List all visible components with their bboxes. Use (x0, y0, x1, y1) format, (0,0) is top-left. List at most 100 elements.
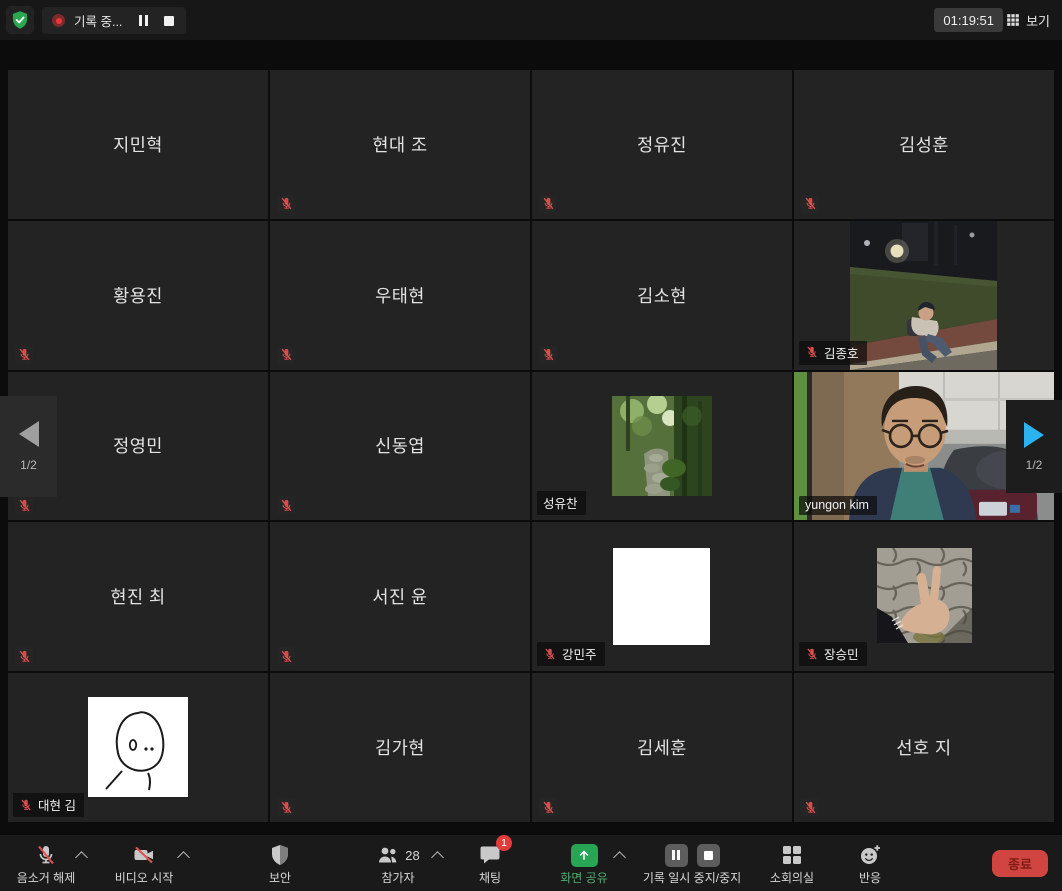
participant-tile[interactable]: 강민주 (532, 522, 792, 671)
pause-recording-button[interactable] (665, 844, 688, 867)
participant-grid: 지민혁 현대 조 정유진 김성훈 황용진 우태현 김소현 (8, 70, 1054, 822)
participant-tile[interactable]: 김성훈 (794, 70, 1054, 219)
participant-tile[interactable]: 지민혁 (8, 70, 268, 219)
security-shield-icon[interactable] (6, 6, 34, 34)
mic-muted-icon (539, 798, 557, 816)
mic-muted-icon (15, 346, 33, 364)
recording-indicator: 기록 중... (42, 7, 186, 34)
participant-tile[interactable]: 성유찬 (532, 372, 792, 521)
participant-name: 선호 지 (794, 673, 1054, 822)
photo-forest-path (612, 396, 712, 496)
page-indicator: 1/2 (20, 458, 37, 472)
start-video-button[interactable]: 비디오 시작 (96, 842, 192, 886)
participant-tile[interactable]: 현진 최 (8, 522, 268, 671)
participant-tile[interactable]: 신동엽 (270, 372, 530, 521)
stop-recording-icon[interactable] (164, 16, 174, 26)
mic-muted-icon (277, 346, 295, 364)
meeting-timer: 01:19:51 (934, 8, 1003, 32)
record-dot-icon (52, 14, 65, 27)
mic-muted-icon (19, 798, 33, 812)
chevron-up-icon[interactable] (613, 851, 626, 864)
participant-tile[interactable]: 김소현 (532, 221, 792, 370)
participant-name: 김세훈 (532, 673, 792, 822)
mic-muted-icon (277, 647, 295, 665)
pause-recording-icon[interactable] (139, 15, 148, 26)
mic-muted-icon (15, 496, 33, 514)
participant-name: 현진 최 (8, 522, 268, 671)
participant-name: 지민혁 (8, 70, 268, 219)
participant-tile[interactable]: 선호 지 (794, 673, 1054, 822)
participant-name: 김소현 (532, 221, 792, 370)
chevron-up-icon[interactable] (75, 851, 88, 864)
participant-tile[interactable]: 김세훈 (532, 673, 792, 822)
participant-tile[interactable]: 김종호 (794, 221, 1054, 370)
chevron-up-icon[interactable] (177, 851, 190, 864)
previous-page-button[interactable]: 1/2 (0, 396, 57, 497)
participant-name: 현대 조 (270, 70, 530, 219)
smiley-plus-icon (858, 843, 882, 867)
top-bar: 기록 중... 01:19:51 보기 (0, 0, 1062, 40)
participant-tile[interactable]: 장승민 (794, 522, 1054, 671)
view-label: 보기 (1026, 11, 1050, 30)
participant-tile[interactable]: 김가현 (270, 673, 530, 822)
mic-muted-icon (277, 496, 295, 514)
participant-name: 우태현 (270, 221, 530, 370)
mic-muted-icon (539, 346, 557, 364)
view-button[interactable]: 보기 (1002, 8, 1054, 32)
participant-tile[interactable]: 우태현 (270, 221, 530, 370)
reactions-button[interactable]: 반응 (836, 842, 904, 886)
photo-hand-peace-sign (877, 548, 972, 643)
share-screen-button[interactable]: 화면 공유 (534, 842, 634, 886)
four-squares-icon (780, 843, 804, 867)
breakout-rooms-button[interactable]: 소회의실 (756, 842, 828, 886)
participant-name: 신동엽 (270, 372, 530, 521)
mic-muted-icon (805, 345, 819, 359)
mic-muted-icon (543, 647, 557, 661)
participant-name-tag: 대현 김 (13, 793, 84, 817)
participant-count: 28 (405, 848, 419, 863)
people-icon (376, 843, 400, 867)
drawing-face (88, 697, 188, 797)
bottom-toolbar: 음소거 해제 비디오 시작 보안 28 참가자 1 채팅 (0, 835, 1062, 891)
participant-name: 황용진 (8, 221, 268, 370)
next-page-button[interactable]: 1/2 (1006, 400, 1062, 493)
participant-tile[interactable]: 현대 조 (270, 70, 530, 219)
mic-muted-icon (805, 647, 819, 661)
participant-name: 서진 윤 (270, 522, 530, 671)
mic-muted-icon (15, 647, 33, 665)
mic-muted-icon (801, 798, 819, 816)
mic-muted-icon (801, 195, 819, 213)
participant-name: 김성훈 (794, 70, 1054, 219)
chat-unread-badge: 1 (496, 835, 512, 851)
photo-white-square (613, 548, 710, 645)
arrow-left-icon (19, 421, 39, 447)
recording-controls[interactable]: 기록 일시 중지/중지 (628, 842, 756, 886)
participants-button[interactable]: 28 참가자 (348, 842, 448, 886)
participant-name-tag: 장승민 (799, 642, 867, 666)
participant-name-tag: 김종호 (799, 341, 867, 365)
chevron-up-icon[interactable] (431, 851, 444, 864)
participant-tile[interactable]: 정유진 (532, 70, 792, 219)
participant-name: 김가현 (270, 673, 530, 822)
participant-name: 정유진 (532, 70, 792, 219)
participant-name-tag: 강민주 (537, 642, 605, 666)
participant-tile[interactable]: 황용진 (8, 221, 268, 370)
participant-name-tag: yungon kim (799, 496, 877, 515)
participant-tile[interactable]: 대현 김 (8, 673, 268, 822)
chat-button[interactable]: 1 채팅 (456, 842, 524, 886)
end-meeting-button[interactable]: 종료 (992, 850, 1048, 877)
participant-tile[interactable]: 서진 윤 (270, 522, 530, 671)
mic-muted-icon (539, 195, 557, 213)
unmute-button[interactable]: 음소거 해제 (2, 842, 90, 886)
mic-muted-icon (277, 195, 295, 213)
arrow-right-icon (1024, 422, 1044, 448)
mic-muted-icon (277, 798, 295, 816)
page-indicator: 1/2 (1026, 458, 1043, 472)
photo-night-scene (850, 221, 997, 370)
security-button[interactable]: 보안 (244, 842, 316, 886)
share-screen-icon (571, 844, 598, 867)
grid-view-icon (1006, 13, 1020, 27)
mic-off-icon (34, 843, 58, 867)
shield-icon (268, 843, 292, 867)
stop-recording-button[interactable] (697, 844, 720, 867)
